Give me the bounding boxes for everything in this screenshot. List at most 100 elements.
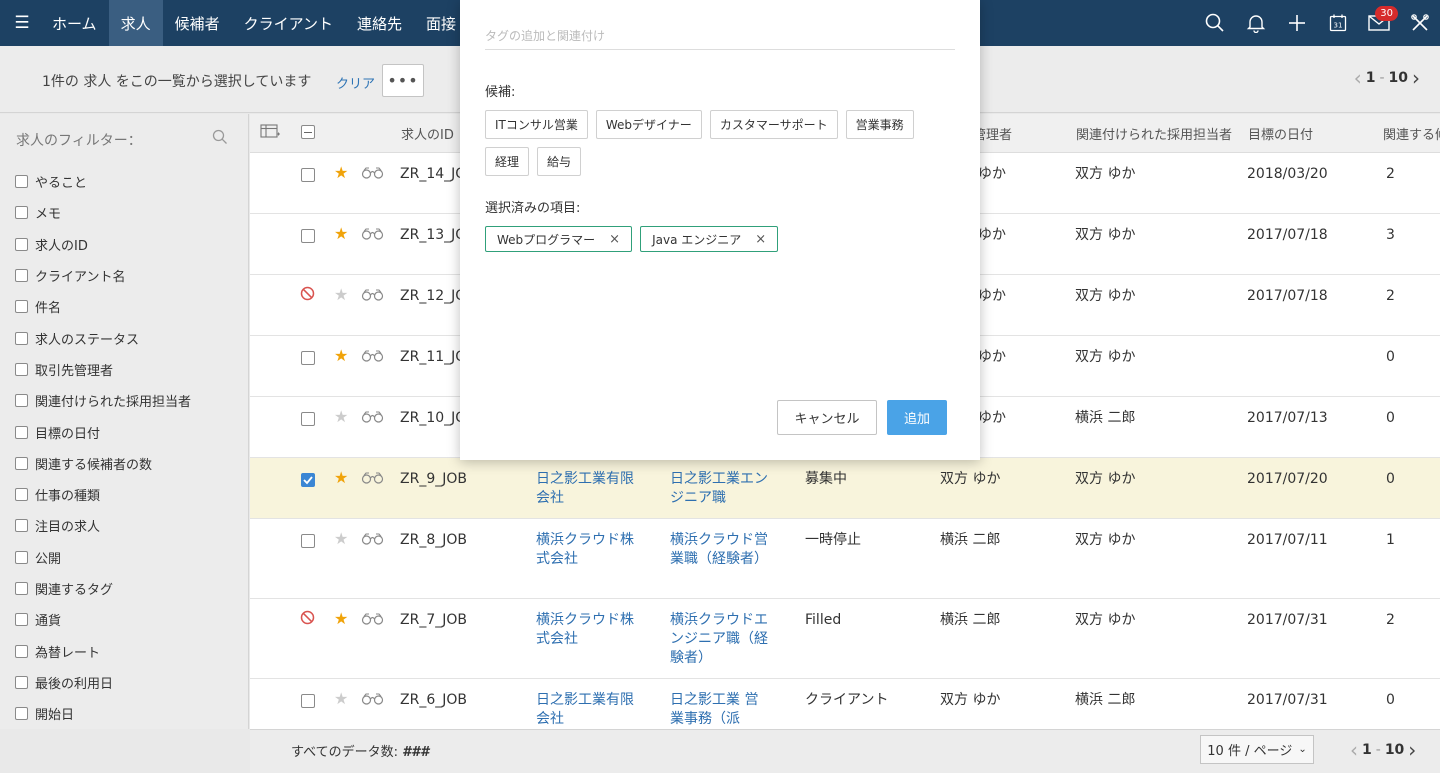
candidate-tag-chip[interactable]: 営業事務 (845, 110, 914, 139)
tab-contacts[interactable]: 連絡先 (345, 0, 414, 46)
filter-item[interactable]: 件名 (15, 291, 191, 322)
star-icon[interactable]: ★ (334, 407, 348, 426)
filter-item[interactable]: 最後の利用日 (15, 667, 191, 698)
binoculars-icon[interactable] (361, 693, 384, 709)
candidate-tag-chip[interactable]: ITコンサル営業 (485, 110, 588, 139)
filter-item[interactable]: 関連する候補者の数 (15, 448, 191, 479)
menu-icon[interactable]: ☰ (4, 0, 40, 46)
binoculars-icon[interactable] (361, 613, 384, 629)
filter-checkbox[interactable] (15, 707, 28, 721)
tab-home[interactable]: ホーム (40, 0, 109, 46)
binoculars-icon[interactable] (361, 167, 384, 183)
filter-checkbox[interactable] (15, 394, 28, 408)
filter-checkbox[interactable] (15, 675, 28, 689)
row-checkbox[interactable] (301, 351, 315, 365)
table-row[interactable]: ★ ZR_6_JOB 日之影工業有限会社 日之影工業 営業事務（派 クライアント 双方 ゆ… (250, 679, 1440, 729)
binoculars-icon[interactable] (361, 289, 384, 305)
column-settings-icon[interactable] (260, 123, 280, 143)
row-checkbox[interactable] (301, 229, 315, 243)
filter-item[interactable]: 通貨 (15, 604, 191, 635)
tab-clients[interactable]: クライアント (232, 0, 345, 46)
binoculars-icon[interactable] (361, 533, 384, 549)
previous-page-icon[interactable]: ‹ (1350, 738, 1358, 762)
filter-item[interactable]: メモ (15, 197, 191, 228)
filter-checkbox[interactable] (15, 519, 28, 533)
filter-item[interactable]: 関連付けられた採用担当者 (15, 385, 191, 416)
settings-tools-icon[interactable] (1399, 0, 1440, 46)
cell-job-title[interactable]: 日之影工業 営業事務（派 (670, 691, 770, 729)
header-target-date[interactable]: 目標の日付 (1248, 124, 1313, 143)
table-row[interactable]: ★ ZR_9_JOB 日之影工業有限会社 日之影工業エンジニア職 募集中 双方 ゆか 双方 … (250, 458, 1440, 519)
cell-client[interactable]: 日之影工業有限会社 (536, 470, 636, 508)
table-row[interactable]: ★ ZR_7_JOB 横浜クラウド株式会社 横浜クラウドエンジニア職（経験者） Fill… (250, 599, 1440, 679)
cell-client[interactable]: 横浜クラウド株式会社 (536, 531, 636, 569)
filter-checkbox[interactable] (15, 644, 28, 658)
star-icon[interactable]: ★ (334, 529, 348, 548)
binoculars-icon[interactable] (361, 228, 384, 244)
remove-tag-icon[interactable]: × (755, 232, 766, 247)
tab-candidates[interactable]: 候補者 (163, 0, 232, 46)
filter-item[interactable]: やること (15, 166, 191, 197)
filter-item[interactable]: 仕事の種類 (15, 479, 191, 510)
more-actions-button[interactable]: ••• (382, 64, 424, 97)
remove-tag-icon[interactable]: × (609, 232, 620, 247)
filter-checkbox[interactable] (15, 206, 28, 220)
filter-checkbox[interactable] (15, 175, 28, 189)
filter-search-icon[interactable] (212, 129, 228, 149)
tag-search-input[interactable] (485, 23, 955, 50)
table-row[interactable]: ★ ZR_8_JOB 横浜クラウド株式会社 横浜クラウド営業職（経験者） 一時停止 横浜 … (250, 519, 1440, 599)
candidate-tag-chip[interactable]: Webデザイナー (595, 110, 702, 139)
search-icon[interactable] (1194, 0, 1235, 46)
filter-checkbox[interactable] (15, 456, 28, 470)
filter-checkbox[interactable] (15, 269, 28, 283)
per-page-select[interactable]: 10 件 / ページ ⌄ (1200, 735, 1314, 764)
calendar-icon[interactable]: 31 (1317, 0, 1358, 46)
select-all-checkbox[interactable] (301, 125, 315, 139)
add-button[interactable]: 追加 (887, 400, 947, 435)
clear-selection-link[interactable]: クリア (336, 73, 375, 92)
filter-item[interactable]: 取引先管理者 (15, 354, 191, 385)
filter-item[interactable]: 公開 (15, 542, 191, 573)
binoculars-icon[interactable] (361, 472, 384, 488)
filter-item[interactable]: 求人のステータス (15, 322, 191, 353)
filter-checkbox[interactable] (15, 362, 28, 376)
filter-checkbox[interactable] (15, 613, 28, 627)
star-icon[interactable]: ★ (334, 163, 348, 182)
previous-page-icon[interactable]: ‹ (1354, 66, 1362, 90)
star-icon[interactable]: ★ (334, 689, 348, 708)
next-page-icon[interactable]: › (1412, 66, 1420, 90)
header-job-id[interactable]: 求人のID (401, 124, 454, 143)
filter-item[interactable]: 関連するタグ (15, 573, 191, 604)
filter-item[interactable]: 目標の日付 (15, 416, 191, 447)
cell-job-title[interactable]: 横浜クラウドエンジニア職（経験者） (670, 611, 770, 668)
filter-item[interactable]: 開始日 (15, 698, 191, 729)
cancel-button[interactable]: キャンセル (777, 400, 877, 435)
star-icon[interactable]: ★ (334, 609, 348, 628)
candidate-tag-chip[interactable]: 給与 (537, 147, 582, 176)
row-checkbox[interactable] (301, 168, 315, 182)
bell-icon[interactable] (1235, 0, 1276, 46)
filter-item[interactable]: 注目の求人 (15, 510, 191, 541)
filter-checkbox[interactable] (15, 331, 28, 345)
tab-jobs[interactable]: 求人 (108, 0, 163, 46)
header-recruiter[interactable]: 関連付けられた採用担当者 (1076, 124, 1232, 143)
filter-item[interactable]: 為替レート (15, 635, 191, 666)
filter-item[interactable]: クライアント名 (15, 260, 191, 291)
row-checkbox[interactable] (301, 473, 315, 487)
filter-checkbox[interactable] (15, 300, 28, 314)
cell-client[interactable]: 日之影工業有限会社 (536, 691, 636, 729)
cell-job-title[interactable]: 横浜クラウド営業職（経験者） (670, 531, 770, 569)
filter-checkbox[interactable] (15, 237, 28, 251)
next-page-icon[interactable]: › (1408, 738, 1416, 762)
filter-item[interactable]: 求人のID (15, 229, 191, 260)
plus-icon[interactable] (1276, 0, 1317, 46)
filter-checkbox[interactable] (15, 488, 28, 502)
star-icon[interactable]: ★ (334, 285, 348, 304)
filter-checkbox[interactable] (15, 425, 28, 439)
candidate-tag-chip[interactable]: 経理 (485, 147, 530, 176)
binoculars-icon[interactable] (361, 350, 384, 366)
cell-job-title[interactable]: 日之影工業エンジニア職 (670, 470, 770, 508)
cell-client[interactable]: 横浜クラウド株式会社 (536, 611, 636, 649)
row-checkbox[interactable] (301, 694, 315, 708)
filter-checkbox[interactable] (15, 582, 28, 595)
